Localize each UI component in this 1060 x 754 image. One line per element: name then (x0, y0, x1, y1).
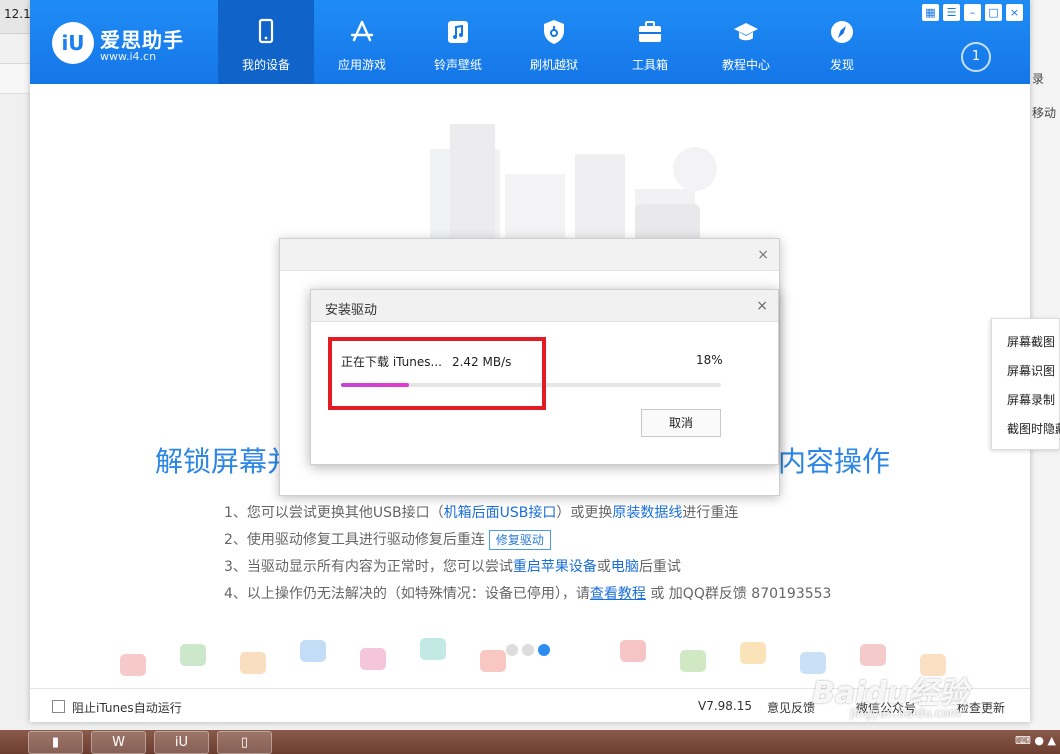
pager-dot-active[interactable] (538, 644, 550, 656)
headline-left: 解锁屏幕并 (155, 445, 296, 478)
wps-writer-icon[interactable]: W (91, 731, 146, 754)
nav-discover[interactable]: 发现 (794, 0, 890, 84)
close-icon[interactable]: × (1006, 4, 1023, 21)
nav-label: 铃声壁纸 (433, 58, 482, 72)
minimize-icon[interactable]: – (964, 4, 981, 21)
baidu-watermark-url: jingyan.baidu.com (850, 706, 961, 720)
app-store-icon (348, 18, 376, 46)
phone-icon (252, 18, 280, 46)
step-text: 或 加QQ群反馈 870193553 (650, 586, 832, 602)
app-logo-icon: iU (52, 22, 94, 64)
app-header: iU 爱思助手 www.i4.cn 我的设备 应用游戏 铃声壁纸 刷机越狱 工具… (30, 0, 1030, 84)
step-2: 2、使用驱动修复工具进行驱动修复后重连 修复驱动 (224, 527, 924, 554)
nav-my-device[interactable]: 我的设备 (218, 0, 314, 84)
download-percent: 18% (696, 353, 723, 367)
keyboard-icon[interactable]: ⌨ (1015, 734, 1031, 747)
step-4: 4、以上操作仍无法解决的（如特殊情况：设备已停用），请查看教程 或 加QQ群反馈… (224, 581, 924, 608)
rear-usb-link[interactable]: 机箱后面USB接口 (444, 505, 557, 521)
maximize-icon[interactable]: □ (985, 4, 1002, 21)
step-text: 3、当驱动显示所有内容为正常时，您可以尝试 (224, 559, 513, 575)
step-text: ）或更换 (556, 505, 613, 521)
troubleshoot-steps: 1、您可以尝试更换其他USB接口（机箱后面USB接口）或更换原装数据线进行重连 … (224, 500, 924, 608)
folder-icon[interactable]: ▮ (28, 731, 83, 754)
step-text: 后重试 (638, 559, 681, 575)
view-tutorial-link[interactable]: 查看教程 (590, 586, 646, 602)
compass-icon (828, 18, 856, 46)
window-controls: ▦ ☰ – □ × (922, 4, 1023, 21)
taskbar: ▮ W iU ▯ ⌨ ● ▲ (0, 730, 1060, 754)
block-itunes-checkbox[interactable] (52, 700, 65, 713)
nav-label: 发现 (829, 58, 854, 72)
cancel-button[interactable]: 取消 (641, 409, 721, 437)
screenshot-context-menu: 屏幕截图 屏幕识图 屏幕录制 截图时隐藏 (991, 318, 1060, 450)
shield-icon (540, 18, 568, 46)
block-itunes-label[interactable]: 阻止iTunes自动运行 (72, 699, 182, 716)
dialog-title: 安装驱动 (325, 303, 378, 318)
step-text: 1、您可以尝试更换其他USB接口（ (224, 505, 444, 521)
microphone-icon[interactable]: ● (1034, 734, 1044, 747)
step-text: 进行重连 (682, 505, 739, 521)
highlight-annotation (328, 337, 546, 410)
step-1: 1、您可以尝试更换其他USB接口（机箱后面USB接口）或更换原装数据线进行重连 (224, 500, 924, 527)
menu-icon[interactable]: ☰ (943, 4, 960, 21)
music-icon (444, 18, 472, 46)
nav-label: 刷机越狱 (529, 58, 578, 72)
toolbox-icon (636, 18, 664, 46)
system-tray: ⌨ ● ▲ (1015, 734, 1056, 747)
download-count-badge[interactable]: 1 (961, 42, 991, 72)
graduation-cap-icon (732, 18, 760, 46)
app-name: 爱思助手 (100, 28, 184, 52)
nav-ringtones-wallpapers[interactable]: 铃声壁纸 (410, 0, 506, 84)
dialog-header: 安装驱动 × (311, 290, 778, 322)
pager-dot[interactable] (522, 644, 534, 656)
step-text: 4、以上操作仍无法解决的（如特殊情况：设备已停用），请 (224, 586, 590, 602)
dialog-close-icon[interactable]: × (756, 298, 768, 314)
nav-label: 应用游戏 (337, 58, 386, 72)
menu-item-hide-on-capture[interactable]: 截图时隐藏 (1007, 420, 1060, 437)
pager-dot[interactable] (506, 644, 518, 656)
nav-toolbox[interactable]: 工具箱 (602, 0, 698, 84)
step-text: 2、使用驱动修复工具进行驱动修复后重连 (224, 532, 485, 548)
nav-label: 教程中心 (721, 58, 770, 72)
menu-item-screen-record[interactable]: 屏幕录制 (1007, 391, 1055, 408)
nav-label: 工具箱 (631, 58, 668, 72)
background-version-text: 12.1 (4, 7, 31, 21)
carousel-pager (506, 644, 550, 656)
main-nav: 我的设备 应用游戏 铃声壁纸 刷机越狱 工具箱 教程中心 发现 (218, 0, 890, 84)
fix-driver-button[interactable]: 修复驱动 (488, 530, 551, 550)
app-url: www.i4.cn (100, 50, 157, 63)
network-icon[interactable]: ▲ (1048, 734, 1056, 747)
step-text: 或 (596, 559, 611, 575)
menu-item-screenshot[interactable]: 屏幕截图 (1007, 333, 1055, 350)
background-fragment-1: 录 (1032, 72, 1045, 86)
outer-dialog-header (280, 239, 779, 271)
feedback-link[interactable]: 意见反馈 (767, 699, 815, 716)
nav-tutorials[interactable]: 教程中心 (698, 0, 794, 84)
restart-computer-link[interactable]: 电脑 (611, 559, 639, 575)
nav-label: 我的设备 (241, 58, 290, 72)
app-version: V7.98.15 (698, 699, 753, 713)
restart-device-link[interactable]: 重启苹果设备 (513, 559, 597, 575)
shirt-icon[interactable]: ▦ (922, 4, 939, 21)
nav-flash-jailbreak[interactable]: 刷机越狱 (506, 0, 602, 84)
nav-apps-games[interactable]: 应用游戏 (314, 0, 410, 84)
phone-taskbar-icon[interactable]: ▯ (217, 731, 272, 754)
step-3: 3、当驱动显示所有内容为正常时，您可以尝试重启苹果设备或电脑后重试 (224, 554, 924, 581)
original-cable-link[interactable]: 原装数据线 (612, 505, 682, 521)
outer-close-icon[interactable]: × (757, 247, 769, 263)
i4-taskbar-icon[interactable]: iU (154, 731, 209, 754)
menu-item-image-recognition[interactable]: 屏幕识图 (1007, 362, 1055, 379)
background-fragment-2: 移动 (1032, 106, 1057, 120)
